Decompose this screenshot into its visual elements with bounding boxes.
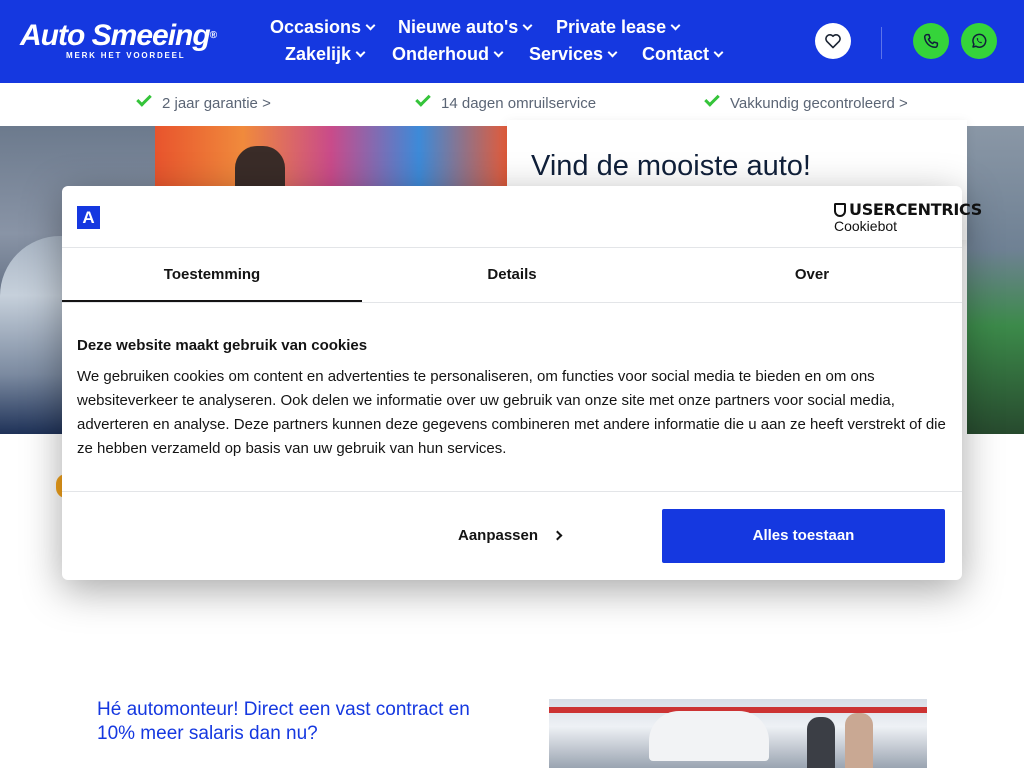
favorites-button[interactable] [815,23,851,59]
nav-private-lease-label: Private lease [556,17,667,37]
logo-tagline: MERK HET VOORDEEL [66,51,186,60]
tab-toestemming[interactable]: Toestemming [62,247,362,302]
usp-warranty-label: 2 jaar garantie > [162,95,271,112]
site-logo-icon: A [77,206,100,229]
chevron-down-icon [670,20,681,31]
divider [62,491,962,492]
nav-services-label: Services [529,44,604,64]
nav-services[interactable]: Services [529,44,618,65]
whatsapp-icon [972,33,987,48]
site-logo[interactable]: Auto Smeeing® MERK HET VOORDEEL [20,19,217,61]
tab-details[interactable]: Details [362,247,662,302]
nav-occasions-label: Occasions [270,17,362,37]
nav-contact-label: Contact [642,44,709,64]
nav-nieuwe-autos-label: Nieuwe auto's [398,17,519,37]
mechanic-figure [845,713,873,768]
whatsapp-button[interactable] [961,23,997,59]
customize-label: Aanpassen [458,527,539,544]
chevron-down-icon [607,47,618,58]
chevron-down-icon [355,47,366,58]
divider [62,302,962,303]
usercentrics-logo: USERCENTRICS Cookiebot [834,200,982,234]
chevron-down-icon [493,47,504,58]
mechanic-figure [807,717,835,768]
usp-warranty[interactable]: 2 jaar garantie > [136,91,271,112]
allow-all-button[interactable]: Alles toestaan [662,509,945,563]
chevron-down-icon [365,20,376,31]
nav-contact[interactable]: Contact [642,44,724,65]
nav-private-lease[interactable]: Private lease [556,17,681,38]
cookiebot-wordmark: Cookiebot [834,218,898,234]
nav-onderhoud[interactable]: Onderhoud [392,44,504,65]
checkmark-icon [415,91,431,107]
chevron-down-icon [713,47,724,58]
usp-inspected-label: Vakkundig gecontroleerd > [730,95,908,112]
phone-icon [923,33,939,49]
tab-over[interactable]: Over [662,247,962,302]
nav-nieuwe-autos[interactable]: Nieuwe auto's [398,17,533,38]
site-header: Auto Smeeing® MERK HET VOORDEEL Occasion… [0,0,1024,83]
call-button[interactable] [913,23,949,59]
customize-button[interactable]: Aanpassen [458,527,563,544]
nav-onderhoud-label: Onderhoud [392,44,489,64]
chevron-right-icon [552,530,563,541]
logo-wordmark: Auto Smeeing [20,19,211,52]
lifted-car [649,711,769,761]
cookie-description: We gebruiken cookies om content en adver… [77,368,946,457]
garage-photo [549,699,927,768]
job-promo-title[interactable]: Hé automonteur! Direct een vast contract… [97,698,497,746]
search-card-title: Vind de mooiste auto! [531,150,811,182]
nav-zakelijk[interactable]: Zakelijk [285,44,366,65]
checkmark-icon [704,91,720,107]
heart-icon [825,34,841,49]
usp-inspected[interactable]: Vakkundig gecontroleerd > [704,91,908,112]
nav-occasions[interactable]: Occasions [270,17,376,38]
header-divider [881,27,882,59]
usp-exchange-label: 14 dagen omruilservice [441,95,597,112]
logo-registered-mark: ® [209,30,217,41]
chevron-down-icon [522,20,533,31]
usercentrics-wordmark: USERCENTRICS [849,200,982,219]
hero-image-right [967,126,1024,434]
cookie-heading: Deze website maakt gebruik van cookies [77,337,368,354]
nav-zakelijk-label: Zakelijk [285,44,352,64]
checkmark-icon [136,91,152,107]
cookie-consent-dialog: A USERCENTRICS Cookiebot Toestemming Det… [62,186,982,580]
usp-exchange: 14 dagen omruilservice [415,91,597,112]
shield-icon [834,203,846,217]
